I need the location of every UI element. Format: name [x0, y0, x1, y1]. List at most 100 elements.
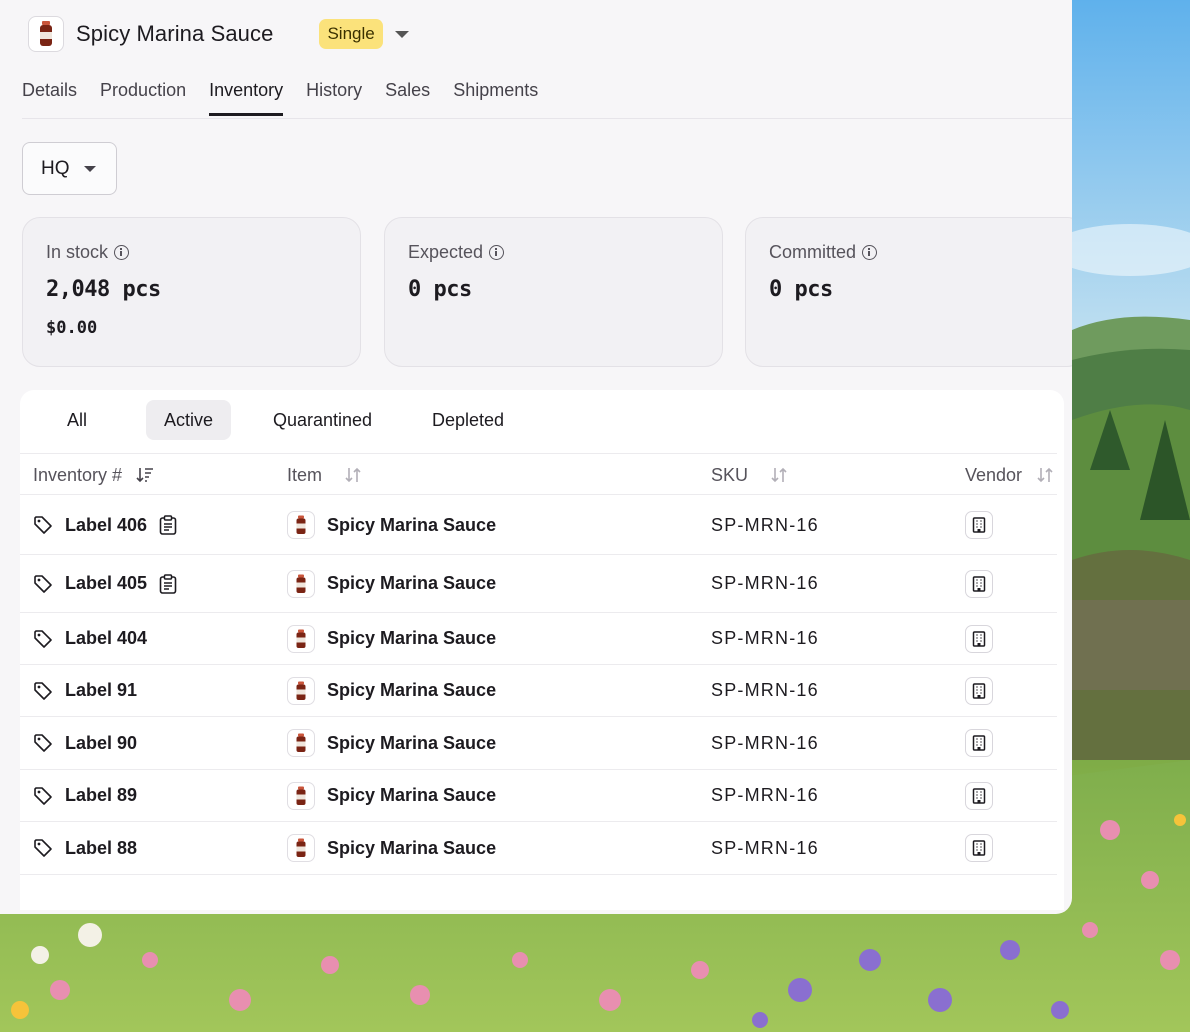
sku-value: SP-MRN-16 [711, 573, 819, 593]
clipboard-icon[interactable] [159, 573, 177, 594]
filter-depleted[interactable]: Depleted [414, 400, 522, 440]
sort-icon [771, 467, 787, 483]
sku-cell: SP-MRN-16 [711, 822, 819, 874]
tab-inventory[interactable]: Inventory [209, 72, 284, 119]
sauce-jar-icon [28, 16, 64, 52]
product-tabs: Details Production Inventory History Sal… [22, 72, 1072, 119]
sku-cell: SP-MRN-16 [711, 770, 819, 821]
inventory-label[interactable]: Label 90 [65, 733, 137, 754]
table-row[interactable]: Label 405 Spicy Marina Sauce SP-MRN-16 [20, 555, 1057, 613]
product-header: Spicy Marina Sauce Single [28, 15, 409, 53]
stat-card-committed: Committed 0 pcs [745, 217, 1072, 367]
table-header: Inventory # Item SKU Vendor [20, 453, 1057, 495]
stat-label: Expected [408, 242, 484, 262]
sauce-jar-icon [287, 834, 315, 862]
item-name[interactable]: Spicy Marina Sauce [327, 838, 496, 859]
column-header-inventory[interactable]: Inventory # [33, 454, 154, 496]
item-name[interactable]: Spicy Marina Sauce [327, 680, 496, 701]
table-row[interactable]: Label 90 Spicy Marina Sauce SP-MRN-16 [20, 717, 1057, 770]
variant-badge[interactable]: Single [319, 19, 383, 49]
item-name[interactable]: Spicy Marina Sauce [327, 573, 496, 594]
table-row[interactable]: Label 406 Spicy Marina Sauce SP-MRN-16 [20, 496, 1057, 555]
item-cell: Spicy Marina Sauce [287, 665, 496, 716]
column-header-sku[interactable]: SKU [711, 454, 788, 496]
filter-active[interactable]: Active [146, 400, 232, 440]
tab-production[interactable]: Production [100, 72, 186, 119]
item-cell: Spicy Marina Sauce [287, 555, 496, 612]
stat-value: 0 pcs [769, 277, 833, 302]
tab-history[interactable]: History [306, 72, 362, 119]
inventory-label[interactable]: Label 88 [65, 838, 137, 859]
building-icon[interactable] [965, 834, 993, 862]
tag-icon [34, 629, 52, 648]
filter-quarantined[interactable]: Quarantined [255, 400, 390, 440]
table-row[interactable]: Label 89 Spicy Marina Sauce SP-MRN-16 [20, 770, 1057, 822]
info-icon[interactable] [862, 245, 878, 260]
sku-value: SP-MRN-16 [711, 837, 819, 858]
inventory-label[interactable]: Label 404 [65, 628, 147, 649]
info-icon[interactable] [114, 245, 130, 260]
vendor-cell [965, 822, 993, 874]
table-row[interactable]: Label 404 Spicy Marina Sauce SP-MRN-16 [20, 613, 1057, 665]
sauce-jar-icon [287, 569, 315, 598]
column-header-label: Item [287, 464, 323, 485]
sauce-jar-icon [287, 781, 315, 810]
sku-value: SP-MRN-16 [711, 514, 819, 535]
column-header-vendor[interactable]: Vendor [965, 454, 1054, 496]
table-row[interactable]: Label 91 Spicy Marina Sauce SP-MRN-16 [20, 665, 1057, 717]
vendor-cell [965, 613, 993, 664]
table-row[interactable]: Label 88 Spicy Marina Sauce SP-MRN-16 [20, 822, 1057, 875]
building-icon[interactable] [965, 511, 993, 539]
building-icon[interactable] [965, 729, 993, 757]
stat-money: $0.00 [46, 318, 98, 338]
tab-shipments[interactable]: Shipments [453, 72, 538, 119]
column-header-item[interactable]: Item [287, 454, 362, 496]
building-icon[interactable] [965, 569, 993, 598]
chevron-down-icon[interactable] [394, 30, 409, 38]
building-icon[interactable] [965, 781, 993, 810]
tag-icon [34, 516, 52, 534]
info-icon[interactable] [489, 245, 505, 260]
item-name[interactable]: Spicy Marina Sauce [327, 515, 496, 536]
clipboard-icon[interactable] [159, 515, 177, 535]
sauce-jar-icon [287, 511, 315, 539]
inventory-label[interactable]: Label 405 [65, 573, 147, 594]
item-name[interactable]: Spicy Marina Sauce [327, 628, 496, 649]
inventory-cell: Label 406 [33, 496, 177, 554]
tab-sales[interactable]: Sales [385, 72, 430, 119]
inventory-cell: Label 404 [33, 613, 147, 664]
sku-cell: SP-MRN-16 [711, 496, 819, 554]
sort-descending-icon [136, 468, 154, 483]
building-icon[interactable] [965, 676, 993, 705]
sku-value: SP-MRN-16 [711, 680, 819, 700]
sku-value: SP-MRN-16 [711, 785, 819, 805]
inventory-cell: Label 90 [33, 717, 137, 769]
item-cell: Spicy Marina Sauce [287, 770, 496, 821]
app-window: Spicy Marina Sauce Single Details Produc… [0, 0, 1072, 914]
vendor-cell [965, 665, 993, 716]
item-name[interactable]: Spicy Marina Sauce [327, 785, 496, 806]
tag-icon [34, 839, 52, 857]
stat-value: 2,048 pcs [46, 277, 161, 302]
inventory-label[interactable]: Label 91 [65, 680, 137, 701]
item-name[interactable]: Spicy Marina Sauce [327, 733, 496, 754]
sku-cell: SP-MRN-16 [711, 717, 819, 769]
tag-icon [34, 681, 52, 700]
sauce-jar-icon [287, 729, 315, 757]
page-title: Spicy Marina Sauce [76, 21, 274, 46]
stat-value: 0 pcs [408, 277, 472, 302]
inventory-cell: Label 91 [33, 665, 137, 716]
stat-card-expected: Expected 0 pcs [384, 217, 723, 367]
sku-value: SP-MRN-16 [711, 732, 819, 753]
location-value: HQ [41, 157, 70, 179]
inventory-label[interactable]: Label 89 [65, 785, 137, 806]
inventory-cell: Label 89 [33, 770, 137, 821]
location-select[interactable]: HQ [22, 142, 117, 195]
building-icon[interactable] [965, 624, 993, 653]
tab-details[interactable]: Details [22, 72, 77, 119]
column-header-label: Vendor [965, 464, 1023, 485]
inventory-label[interactable]: Label 406 [65, 515, 147, 536]
sku-cell: SP-MRN-16 [711, 555, 819, 612]
sku-value: SP-MRN-16 [711, 628, 819, 648]
filter-all[interactable]: All [49, 400, 105, 440]
